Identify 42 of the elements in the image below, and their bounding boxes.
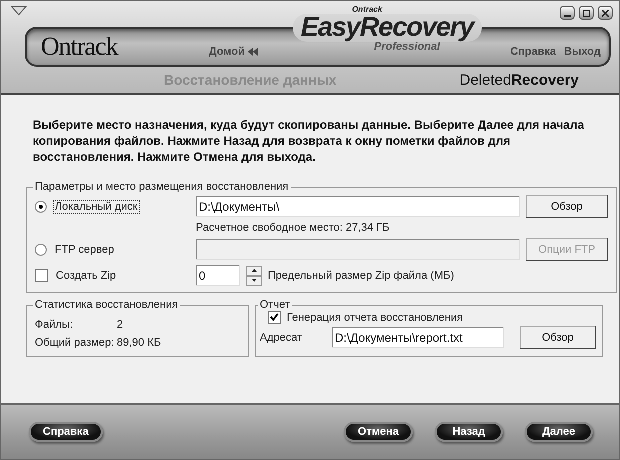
footer-button[interactable]: Далее: [525, 422, 593, 442]
stat-value: 2: [117, 319, 124, 331]
header-link[interactable]: Выход: [564, 46, 601, 58]
checkmark-icon: [270, 313, 279, 322]
addressee-label: Адресат: [260, 332, 304, 344]
create-zip-checkbox[interactable]: Создать Zip: [35, 268, 190, 282]
close-icon: [602, 10, 609, 16]
brand-label: Ontrack: [352, 5, 382, 14]
browse-button[interactable]: Обзор: [520, 326, 596, 349]
zip-size-label: Предельный размер Zip файла (МБ): [268, 270, 454, 282]
home-link[interactable]: Домой: [209, 46, 258, 58]
edition-label: Professional: [374, 42, 440, 53]
double-arrow-icon: [248, 48, 258, 56]
close-button[interactable]: [598, 6, 613, 20]
footer-button[interactable]: Отмена: [344, 422, 413, 442]
group-title: Статистика восстановления: [34, 299, 180, 311]
stat-label: Общий размер:: [35, 337, 116, 349]
spin-down-button[interactable]: [246, 276, 262, 286]
maximize-button[interactable]: [579, 6, 594, 20]
dropdown-icon[interactable]: [11, 6, 27, 16]
product-logo: EasyRecovery: [293, 14, 482, 42]
spin-up-button[interactable]: [246, 266, 262, 276]
free-space-text: Расчетное свободное место: 27,34 ГБ: [196, 222, 391, 234]
minimize-button[interactable]: [560, 6, 575, 20]
header-link[interactable]: Справка: [510, 46, 556, 58]
generate-report-checkbox[interactable]: Генерация отчета восстановления: [268, 311, 464, 324]
zip-size-field[interactable]: 0: [196, 265, 240, 286]
browse-button[interactable]: Обзор: [526, 195, 608, 218]
stat-value: 89,90 КБ: [117, 337, 162, 349]
group-title: Параметры и место размещения восстановления: [34, 181, 290, 193]
path-field[interactable]: D:\Документы\: [196, 196, 520, 217]
down-arrow-icon: [252, 279, 256, 282]
maximize-icon: [583, 10, 590, 16]
up-arrow-icon: [252, 269, 256, 272]
footer-button[interactable]: Справка: [29, 422, 103, 442]
footer-button[interactable]: Назад: [435, 422, 503, 442]
instructions-text: Выберите место назначения, куда будут скопированы данные. Выберите Далее для начала копирования файлов. Нажмите Назад для возврата к окну пометки файлов для восстановления. Нажмите Отмена для выхода.: [33, 117, 586, 165]
stat-label: Файлы:: [35, 319, 74, 331]
module-title: DeletedRecovery: [460, 72, 579, 88]
addressee-field[interactable]: D:\Документы\report.txt: [332, 327, 504, 348]
company-logo: Ontrack: [41, 32, 120, 62]
group-title: Отчет: [259, 299, 292, 311]
